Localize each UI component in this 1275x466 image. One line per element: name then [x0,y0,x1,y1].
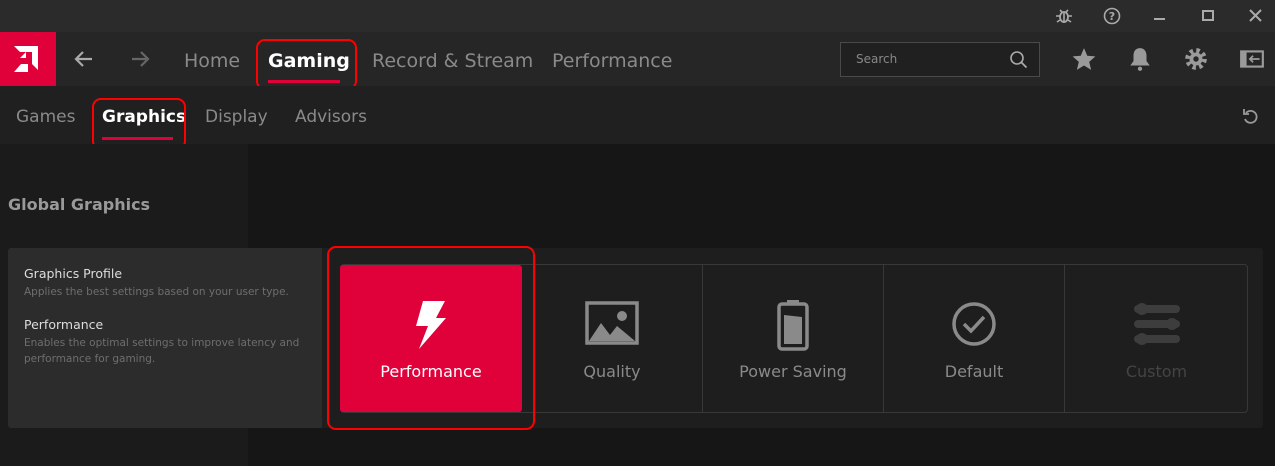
help-icon[interactable]: ? [1102,6,1122,26]
reset-icon[interactable] [1240,106,1262,132]
svg-text:?: ? [1109,10,1115,23]
sliders-icon [1133,303,1180,345]
battery-icon [777,300,809,351]
annotation-box [327,246,535,430]
card-label: Default [944,362,1004,381]
tab-advisors[interactable]: Advisors [295,86,367,144]
nav-home[interactable]: Home [184,32,240,86]
card-default[interactable]: Default [884,265,1065,412]
tab-games[interactable]: Games [16,86,75,144]
section-title: Global Graphics [8,195,151,214]
profile-title: Graphics Profile [24,266,123,281]
profile-description: Graphics Profile Applies the best settin… [8,248,322,428]
sidebar-toggle-icon[interactable] [1239,46,1265,72]
nav-record-stream[interactable]: Record & Stream [372,32,533,86]
annotation-box [92,98,186,150]
minimize-icon[interactable] [1150,6,1170,26]
search-icon [1010,51,1028,69]
card-power-saving[interactable]: Power Saving [703,265,884,412]
nav-performance[interactable]: Performance [552,32,672,86]
bell-icon[interactable] [1127,46,1153,72]
image-icon [585,301,639,345]
card-quality[interactable]: Quality [522,265,703,412]
card-label: Power Saving [739,362,847,381]
desc-line: performance for gaming. [24,353,156,365]
tab-display[interactable]: Display [205,86,268,144]
checkmark-circle-icon [952,302,996,346]
card-custom[interactable]: Custom [1066,265,1247,412]
forward-icon[interactable] [128,47,152,75]
close-icon[interactable] [1246,6,1266,26]
card-label: Quality [583,362,641,381]
sub-nav [0,86,1275,144]
bug-icon[interactable] [1054,6,1074,26]
search-input[interactable]: Search [840,42,1040,77]
settings-icon[interactable] [1183,46,1209,72]
maximize-icon[interactable] [1198,6,1218,26]
star-icon[interactable] [1071,46,1097,72]
selected-profile-desc: Enables the optimal settings to improve … [24,335,299,367]
profile-subtitle: Applies the best settings based on your … [24,286,289,298]
search-placeholder: Search [856,52,898,66]
selected-profile-title: Performance [24,317,104,332]
desc-line: Enables the optimal settings to improve … [24,337,300,349]
annotation-box [256,39,357,90]
amd-logo[interactable] [0,32,56,88]
card-label: Custom [1125,362,1188,381]
title-bar [0,0,1275,32]
back-icon[interactable] [72,47,96,75]
